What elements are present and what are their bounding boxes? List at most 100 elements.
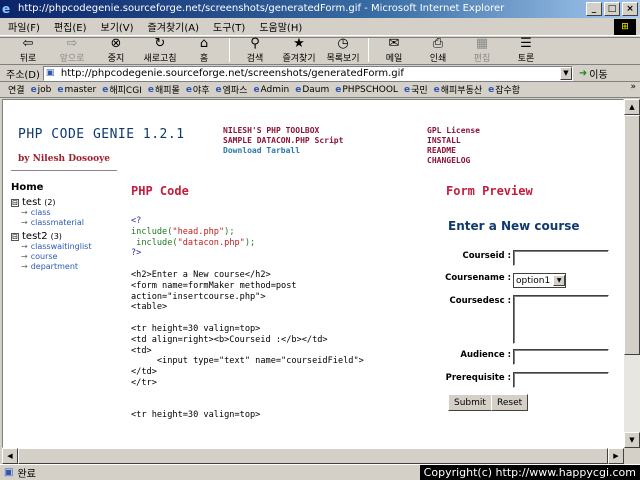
stop-button[interactable]: ⊗ 중지 <box>94 36 138 64</box>
close-button[interactable]: × <box>622 2 638 16</box>
link-happymall[interactable]: e 해피몰 <box>147 83 180 97</box>
readme-link[interactable]: README <box>427 146 480 156</box>
link-empas[interactable]: e 엠파스 <box>215 83 247 97</box>
code-line: </td> <box>131 367 157 378</box>
maximize-button[interactable]: □ <box>604 2 620 16</box>
sidebar-group-test[interactable]: ⊟ test (2) <box>11 197 117 208</box>
code-token: include( <box>131 226 173 237</box>
sidebar-item-class[interactable]: → class <box>21 208 117 218</box>
sample-script-link[interactable]: SAMPLE DATACON.PHP Script <box>223 136 343 146</box>
address-input[interactable]: ▣ http://phpcodegenie.sourceforge.net/sc… <box>42 65 573 81</box>
code-line: </tr> <box>131 377 157 388</box>
discuss-button[interactable]: ☰ 토론 <box>504 36 548 64</box>
download-tarball-link[interactable]: Download Tarball <box>223 146 343 156</box>
go-arrow-icon: ➜ <box>578 67 588 79</box>
link-icon: e <box>102 84 109 95</box>
install-link[interactable]: INSTALL <box>427 136 480 146</box>
link-phpschool[interactable]: e PHPSCHOOL <box>335 85 398 95</box>
link-text: master <box>64 84 97 95</box>
link-text: 해피몰 <box>154 86 180 96</box>
coursedesc-textarea[interactable] <box>513 295 609 344</box>
toolbar-separator <box>368 38 369 62</box>
sidebar-group-test2[interactable]: ⊟ test2 (3) <box>11 231 117 242</box>
mail-button[interactable]: ✉ 메일 <box>372 36 416 64</box>
collapse-toggle-icon[interactable]: ⊟ <box>11 232 19 241</box>
home-button[interactable]: ⌂ 홈 <box>182 36 226 64</box>
link-admin[interactable]: e Admin <box>253 85 289 95</box>
sidebar-item-department[interactable]: → department <box>21 262 117 272</box>
sidebar-item-classwaitinglist[interactable]: → classwaitinglist <box>21 242 117 252</box>
group-name: test <box>22 197 42 208</box>
changelog-link[interactable]: CHANGELOG <box>427 156 480 166</box>
link-daum[interactable]: e Daum <box>295 85 329 95</box>
menu-view[interactable]: 보기(V) <box>101 19 134 34</box>
php-code-listing: <? include("head.php"); include("datacon… <box>131 216 364 421</box>
menu-tools[interactable]: 도구(T) <box>213 19 245 34</box>
scroll-right-button[interactable]: ▶ <box>608 448 624 464</box>
toolbox-link[interactable]: NILESH'S PHP TOOLBOX <box>223 126 343 136</box>
discuss-label: 토론 <box>517 54 535 64</box>
menu-favorites[interactable]: 즐겨찾기(A) <box>148 19 199 34</box>
link-kookmin[interactable]: e 국민 <box>404 83 428 97</box>
prerequisite-label: Prerequisite : <box>445 373 511 383</box>
forward-button[interactable]: ⇨ 앞으로 <box>50 36 94 64</box>
audience-field[interactable] <box>513 349 609 365</box>
scroll-left-button[interactable]: ◀ <box>2 448 18 464</box>
form-preview-heading: Form Preview <box>446 184 533 198</box>
link-jobsuham[interactable]: e 잡수함 <box>488 83 520 97</box>
search-button[interactable]: ⚲ 검색 <box>233 36 277 64</box>
link-job[interactable]: e job <box>31 85 52 95</box>
coursedesc-label: Coursedesc : <box>449 296 511 306</box>
reset-button[interactable]: Reset <box>491 394 529 411</box>
code-line: <h2>Enter a New course</h2> <box>131 269 271 280</box>
link-yahoo[interactable]: e 야후 <box>186 83 210 97</box>
scroll-up-button[interactable]: ▲ <box>624 99 640 115</box>
window-controls: _ □ × <box>586 2 638 16</box>
submit-button[interactable]: Submit <box>448 394 492 411</box>
search-icon: ⚲ <box>250 36 260 51</box>
arrow-icon: → <box>21 208 28 217</box>
go-button[interactable]: ➜ 이동 <box>579 66 608 81</box>
edit-button[interactable]: ▦ 편집 <box>460 36 504 64</box>
copyright-banner: Copyright(c) http://www.happycgi.com <box>419 465 640 480</box>
sidebar-item-label: department <box>30 262 79 271</box>
print-label: 인쇄 <box>429 54 447 64</box>
coursename-select[interactable]: option1 ▼ <box>513 273 567 288</box>
favorites-button[interactable]: ★ 즐겨찾기 <box>277 36 321 64</box>
courseid-field[interactable] <box>513 250 609 266</box>
menu-file[interactable]: 파일(F) <box>8 19 40 34</box>
sidebar-item-classmaterial[interactable]: → classmaterial <box>21 218 117 228</box>
address-label: 주소(D) <box>6 69 40 81</box>
back-button[interactable]: ⇦ 뒤로 <box>6 36 50 64</box>
code-line: <input type="text" name="courseidField"> <box>131 356 364 367</box>
horizontal-scrollbar[interactable]: ◀ ▶ <box>2 448 624 464</box>
vertical-scroll-thumb[interactable] <box>624 115 640 355</box>
code-line: <? <box>131 216 142 226</box>
address-dropdown-button[interactable]: ▼ <box>559 66 572 80</box>
link-master[interactable]: e master <box>57 85 96 95</box>
group-count: (2) <box>44 198 56 207</box>
link-happy-realestate[interactable]: e 해피부동산 <box>434 83 483 97</box>
sidebar-item-course[interactable]: → course <box>21 252 117 262</box>
menu-edit[interactable]: 편집(E) <box>54 19 87 34</box>
collapse-toggle-icon[interactable]: ⊟ <box>11 198 19 207</box>
link-happycgi[interactable]: e 해피CGI <box>102 83 142 97</box>
sidebar-item-label: classwaitinglist <box>30 242 92 251</box>
horizontal-scroll-thumb[interactable] <box>18 448 608 464</box>
vertical-scrollbar[interactable]: ▲ ▼ <box>624 99 640 448</box>
print-button[interactable]: ⎙ 인쇄 <box>416 36 460 64</box>
stop-label: 중지 <box>107 54 125 64</box>
gpl-license-link[interactable]: GPL License <box>427 126 480 136</box>
scroll-down-button[interactable]: ▼ <box>624 432 640 448</box>
sidebar-home-link[interactable]: Home <box>11 182 117 193</box>
links-more-button[interactable]: » <box>630 82 636 92</box>
menu-help[interactable]: 도움말(H) <box>259 19 302 34</box>
group-count: (3) <box>50 232 62 241</box>
history-button[interactable]: ◷ 목록보기 <box>321 36 365 64</box>
minimize-button[interactable]: _ <box>586 2 602 16</box>
link-icon: e <box>147 84 154 95</box>
refresh-button[interactable]: ↻ 새로고침 <box>138 36 182 64</box>
prerequisite-field[interactable] <box>513 372 609 388</box>
edit-icon: ▦ <box>475 36 489 51</box>
header-links-right: GPL License INSTALL README CHANGELOG <box>427 126 480 166</box>
